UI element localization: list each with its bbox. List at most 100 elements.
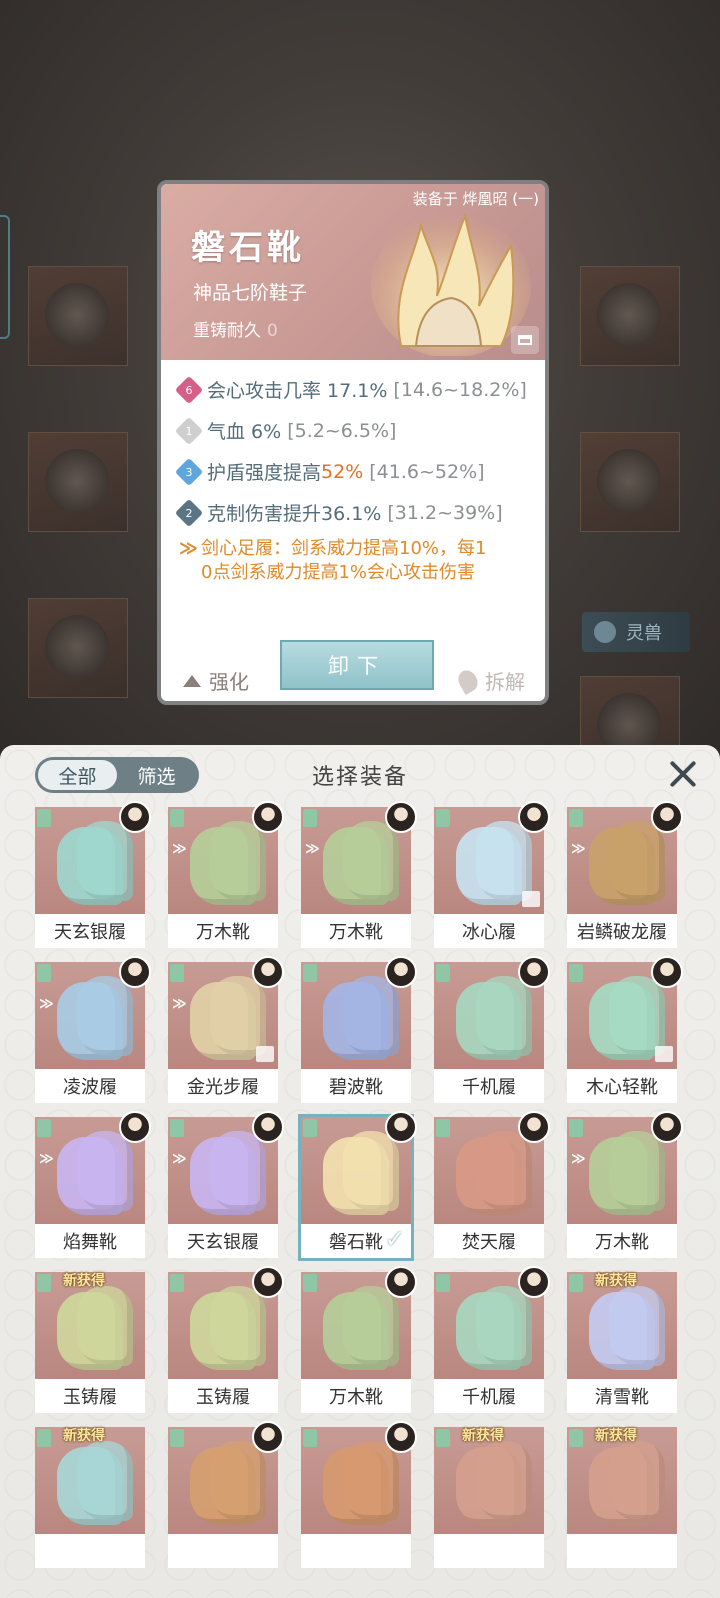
- stat-range: [5.2~6.5%]: [287, 419, 397, 442]
- equipment-grid: 天玄银履 ≫ 万木靴 ≫ 万木靴 冰心履 ≫ 岩鳞破龙履 ≫ 凌波履 ≫ 金光步履 碧波靴千机履 木心轻靴…: [35, 801, 685, 1568]
- stat-label: 护盾强度提高: [207, 462, 322, 484]
- owner-avatar: [651, 801, 683, 833]
- equipment-card[interactable]: [301, 1421, 417, 1568]
- stat-range: [41.6~52%]: [369, 460, 485, 483]
- equipment-name: 万木靴: [329, 922, 383, 943]
- new-badge: 新获得: [595, 1428, 637, 1444]
- equipment-name: 天玄银履: [54, 922, 126, 943]
- equipment-card[interactable]: ≫ 金光步履: [168, 956, 284, 1103]
- equipment-card[interactable]: 碧波靴: [301, 956, 417, 1103]
- equipment-card[interactable]: 新获得 玉铸履: [35, 1272, 145, 1413]
- equipment-card[interactable]: ≫ 岩鳞破龙履: [567, 801, 683, 948]
- reforge-value: 0: [267, 321, 278, 341]
- equipment-card[interactable]: 千机履: [434, 1266, 550, 1413]
- equipment-card[interactable]: 万木靴: [301, 1266, 417, 1413]
- boot-image: [476, 821, 532, 901]
- owner-avatar: [385, 1111, 417, 1143]
- equipment-card[interactable]: 新获得: [434, 1427, 544, 1568]
- equipment-card[interactable]: ≫ 凌波履: [35, 956, 151, 1103]
- owner-avatar: [252, 801, 284, 833]
- boot-image: [343, 1286, 399, 1366]
- equipment-card[interactable]: ≫ 万木靴: [301, 801, 417, 948]
- dismantle-icon: [454, 666, 482, 695]
- equipment-card[interactable]: 木心轻靴: [567, 956, 683, 1103]
- set-mark-icon: ≫: [39, 1151, 54, 1167]
- boots-slot-icon: [170, 964, 184, 982]
- equipment-card[interactable]: 新获得 清雪靴: [567, 1272, 677, 1413]
- boot-image: [343, 821, 399, 901]
- spirit-beast-tab[interactable]: 灵兽: [582, 612, 690, 652]
- owner-avatar: [119, 956, 151, 988]
- quality-badge-icon: 1: [174, 416, 204, 445]
- spirit-beast-label: 灵兽: [626, 623, 662, 644]
- set-mark-icon: ≫: [305, 841, 320, 857]
- equipment-card[interactable]: 冰心履: [434, 801, 550, 948]
- equipment-name: 冰心履: [462, 922, 516, 943]
- equip-slot-armor[interactable]: [28, 432, 128, 532]
- unequip-button[interactable]: 卸下: [280, 640, 434, 690]
- equipment-card[interactable]: 新获得: [35, 1427, 145, 1568]
- set-mark-icon: ≫: [172, 996, 187, 1012]
- set-bonus-line: 0点剑系威力提高1%会心攻击伤害: [201, 562, 476, 583]
- equipment-name: 焚天履: [462, 1232, 516, 1253]
- side-tab[interactable]: [0, 215, 10, 339]
- lock-icon: [655, 1046, 673, 1062]
- equip-slot-ring[interactable]: [580, 266, 680, 366]
- equip-slot-amulet[interactable]: [580, 432, 680, 532]
- owner-avatar: [252, 956, 284, 988]
- reforge-label: 重铸耐久: [193, 321, 261, 341]
- equipment-name: 玉铸履: [196, 1387, 250, 1408]
- equipment-card[interactable]: ≫ 天玄银履: [168, 1111, 284, 1258]
- equipment-card[interactable]: 焚天履: [434, 1111, 550, 1258]
- stat-highlight-value: 52%: [321, 460, 364, 483]
- equip-slot-accessory[interactable]: [28, 598, 128, 698]
- equipment-name: 万木靴: [329, 1387, 383, 1408]
- boots-slot-icon: [436, 964, 450, 982]
- equipment-name: 焰舞靴: [63, 1232, 117, 1253]
- equipment-name: [35, 1534, 145, 1568]
- owner-avatar: [119, 801, 151, 833]
- boot-image: [609, 1286, 665, 1366]
- boot-image: [476, 976, 532, 1056]
- stat-label: 会心攻击几率 17.1%: [207, 380, 388, 402]
- equipment-name: 千机履: [462, 1077, 516, 1098]
- equipment-card[interactable]: ≫ 焰舞靴: [35, 1111, 151, 1258]
- stat-label: 克制伤害提升36.1%: [207, 503, 382, 525]
- stat-row-crit: 6 会心攻击几率 17.1% [14.6~18.2%]: [174, 375, 527, 404]
- owner-avatar: [385, 1421, 417, 1453]
- owner-avatar: [651, 956, 683, 988]
- equipment-name: 天玄银履: [187, 1232, 259, 1253]
- owner-avatar: [252, 1111, 284, 1143]
- equipment-card[interactable]: 新获得: [567, 1427, 677, 1568]
- equipment-card[interactable]: ≫ 万木靴: [168, 801, 284, 948]
- item-detail-header: 装备于 烨凰昭 (一) 磐石靴 神品七阶鞋子 重铸耐久 0: [161, 184, 545, 360]
- dismantle-button[interactable]: 拆解: [454, 666, 525, 695]
- equipment-card[interactable]: 千机履: [434, 956, 550, 1103]
- equipment-card[interactable]: 磐石靴 ✓: [298, 1111, 417, 1261]
- boots-slot-icon: [170, 1119, 184, 1137]
- close-icon[interactable]: [666, 757, 700, 791]
- boots-slot-icon: [569, 1429, 583, 1447]
- equip-slot-weapon[interactable]: [28, 266, 128, 366]
- boot-image: [609, 1131, 665, 1211]
- boots-slot-icon: [436, 1274, 450, 1292]
- stat-row-counter: 2 克制伤害提升36.1% [31.2~39%]: [174, 498, 503, 527]
- boots-slot-icon: [37, 964, 51, 982]
- boots-slot-icon: [569, 809, 583, 827]
- check-icon: ✓: [384, 1225, 405, 1253]
- boots-slot-icon: [170, 1274, 184, 1292]
- lock-icon[interactable]: [511, 326, 539, 354]
- owner-avatar: [518, 1111, 550, 1143]
- boot-image: [609, 821, 665, 901]
- equipment-card[interactable]: [168, 1421, 284, 1568]
- quality-badge-icon: 2: [174, 498, 204, 527]
- boot-image: [210, 1286, 266, 1366]
- equipment-name: [168, 1534, 278, 1568]
- equipment-card[interactable]: ≫ 万木靴: [567, 1111, 683, 1258]
- equipment-card[interactable]: 玉铸履: [168, 1266, 284, 1413]
- set-mark-icon: ≫: [571, 1151, 586, 1167]
- enhance-button[interactable]: 强化: [183, 666, 249, 695]
- item-name: 磐石靴: [191, 228, 305, 268]
- equipment-card[interactable]: 天玄银履: [35, 801, 151, 948]
- quality-badge-icon: 3: [174, 457, 204, 486]
